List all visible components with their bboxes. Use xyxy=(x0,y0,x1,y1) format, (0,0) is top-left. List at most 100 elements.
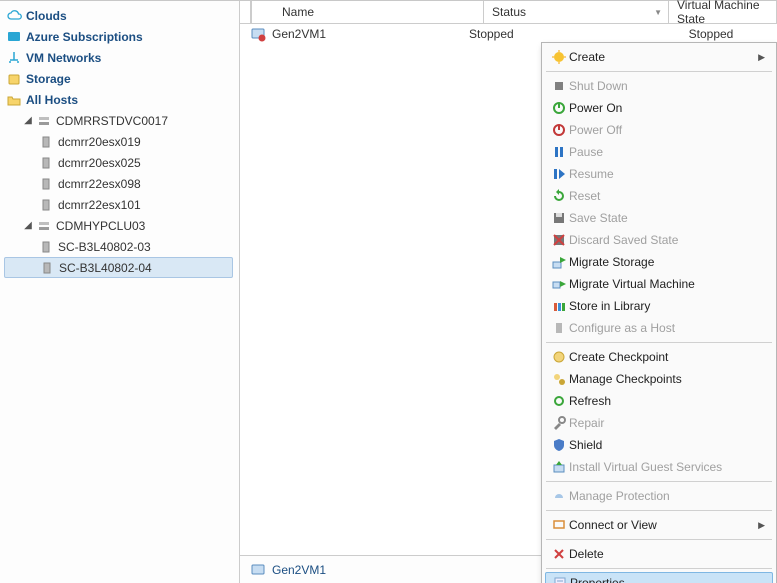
vm-icon xyxy=(250,562,266,578)
mi-resume[interactable]: Resume xyxy=(545,163,773,185)
mi-label: Shut Down xyxy=(569,79,769,93)
network-icon xyxy=(6,50,22,66)
grid-header-name[interactable]: Name xyxy=(251,1,484,23)
mi-label: Delete xyxy=(569,547,769,561)
azure-icon xyxy=(6,29,22,45)
save-icon xyxy=(549,210,569,226)
mi-label: Repair xyxy=(569,416,769,430)
host-cluster-icon xyxy=(36,218,52,234)
details-vm-name: Gen2VM1 xyxy=(272,563,326,577)
poweron-icon xyxy=(549,100,569,116)
tree-host[interactable]: dcmrr20esx025 xyxy=(4,152,239,173)
mi-poweroff[interactable]: Power Off xyxy=(545,119,773,141)
pause-icon xyxy=(549,144,569,160)
menu-separator xyxy=(546,568,772,569)
mi-delete[interactable]: Delete xyxy=(545,543,773,565)
tree-allhosts[interactable]: All Hosts xyxy=(4,89,239,110)
shutdown-icon xyxy=(549,78,569,94)
mi-label: Store in Library xyxy=(569,299,769,313)
grid-header-status[interactable]: Status xyxy=(484,1,669,23)
mi-label: Migrate Virtual Machine xyxy=(569,277,769,291)
mi-label: Configure as a Host xyxy=(569,321,769,335)
mi-label: Manage Protection xyxy=(569,489,769,503)
mi-connect[interactable]: Connect or View xyxy=(545,514,773,536)
tree-label: Clouds xyxy=(26,8,67,24)
tree-label: SC-B3L40802-04 xyxy=(59,260,152,276)
mi-label: Create Checkpoint xyxy=(569,350,769,364)
mi-label: Shield xyxy=(569,438,769,452)
tree-storage[interactable]: Storage xyxy=(4,68,239,89)
mi-create[interactable]: Create xyxy=(545,46,773,68)
tree-label: All Hosts xyxy=(26,92,78,108)
tree-vmnetworks[interactable]: VM Networks xyxy=(4,47,239,68)
reset-icon xyxy=(549,188,569,204)
mi-confighost[interactable]: Configure as a Host xyxy=(545,317,773,339)
mi-label: Reset xyxy=(569,189,769,203)
tree-host[interactable]: dcmrr22esx098 xyxy=(4,173,239,194)
mi-reset[interactable]: Reset xyxy=(545,185,773,207)
mi-repair[interactable]: Repair xyxy=(545,412,773,434)
tree-cluster-1[interactable]: ◢ CDMRRSTDVC0017 xyxy=(4,110,239,131)
cell-name: Gen2VM1 xyxy=(240,26,461,42)
mi-migstorage[interactable]: Migrate Storage xyxy=(545,251,773,273)
grid-header-vmstate[interactable]: Virtual Machine State xyxy=(669,1,777,23)
mi-shield[interactable]: Shield xyxy=(545,434,773,456)
header-text: Status xyxy=(492,5,526,19)
protection-icon xyxy=(549,488,569,504)
config-host-icon xyxy=(549,320,569,336)
nav-tree: Clouds Azure Subscriptions VM Networks S… xyxy=(0,1,240,583)
mi-label: Resume xyxy=(569,167,769,181)
mi-pause[interactable]: Pause xyxy=(545,141,773,163)
mi-manageprot[interactable]: Manage Protection xyxy=(545,485,773,507)
mi-savestate[interactable]: Save State xyxy=(545,207,773,229)
context-menu: Create Shut Down Power On Power Off xyxy=(541,42,777,583)
mi-shutdown[interactable]: Shut Down xyxy=(545,75,773,97)
tree-cluster-2[interactable]: ◢ CDMHYPCLU03 xyxy=(4,215,239,236)
mi-label: Discard Saved State xyxy=(569,233,769,247)
cell-status: Stopped xyxy=(461,27,645,41)
mi-refresh[interactable]: Refresh xyxy=(545,390,773,412)
grid-header-spacer xyxy=(240,1,251,23)
tree-host[interactable]: SC-B3L40802-03 xyxy=(4,236,239,257)
mi-managecp[interactable]: Manage Checkpoints xyxy=(545,368,773,390)
tree-azure[interactable]: Azure Subscriptions xyxy=(4,26,239,47)
mi-label: Migrate Storage xyxy=(569,255,769,269)
expander-icon[interactable]: ◢ xyxy=(22,220,34,232)
migrate-storage-icon xyxy=(549,254,569,270)
connect-icon xyxy=(549,517,569,533)
mi-poweron[interactable]: Power On xyxy=(545,97,773,119)
mi-label: Power Off xyxy=(569,123,769,137)
tree-label: Azure Subscriptions xyxy=(26,29,143,45)
expander-icon[interactable]: ◢ xyxy=(22,115,34,127)
menu-separator xyxy=(546,510,772,511)
mi-installguest[interactable]: Install Virtual Guest Services xyxy=(545,456,773,478)
host-cluster-icon xyxy=(36,113,52,129)
tree-host-selected[interactable]: SC-B3L40802-04 xyxy=(4,257,233,278)
mi-createcp[interactable]: Create Checkpoint xyxy=(545,346,773,368)
mi-properties[interactable]: Properties xyxy=(545,572,773,583)
vm-grid-panel: Name Status Virtual Machine State Gen2VM… xyxy=(240,1,777,583)
menu-separator xyxy=(546,539,772,540)
properties-icon xyxy=(550,575,570,583)
mi-storelib[interactable]: Store in Library xyxy=(545,295,773,317)
server-icon xyxy=(38,176,54,192)
storage-icon xyxy=(6,71,22,87)
install-guest-icon xyxy=(549,459,569,475)
mi-migvm[interactable]: Migrate Virtual Machine xyxy=(545,273,773,295)
mi-label: Create xyxy=(569,50,758,64)
mi-label: Pause xyxy=(569,145,769,159)
discard-icon xyxy=(549,232,569,248)
header-text: Name xyxy=(282,5,314,19)
vm-stopped-icon xyxy=(250,26,266,42)
tree-label: Storage xyxy=(26,71,71,87)
mi-discard[interactable]: Discard Saved State xyxy=(545,229,773,251)
tree-host[interactable]: dcmrr20esx019 xyxy=(4,131,239,152)
server-icon xyxy=(39,260,55,276)
mi-label: Install Virtual Guest Services xyxy=(569,460,769,474)
header-text: Virtual Machine State xyxy=(677,0,776,26)
tree-clouds[interactable]: Clouds xyxy=(4,5,239,26)
server-icon xyxy=(38,155,54,171)
tree-host[interactable]: dcmrr22esx101 xyxy=(4,194,239,215)
menu-separator xyxy=(546,71,772,72)
tree-label: dcmrr22esx101 xyxy=(58,197,141,213)
